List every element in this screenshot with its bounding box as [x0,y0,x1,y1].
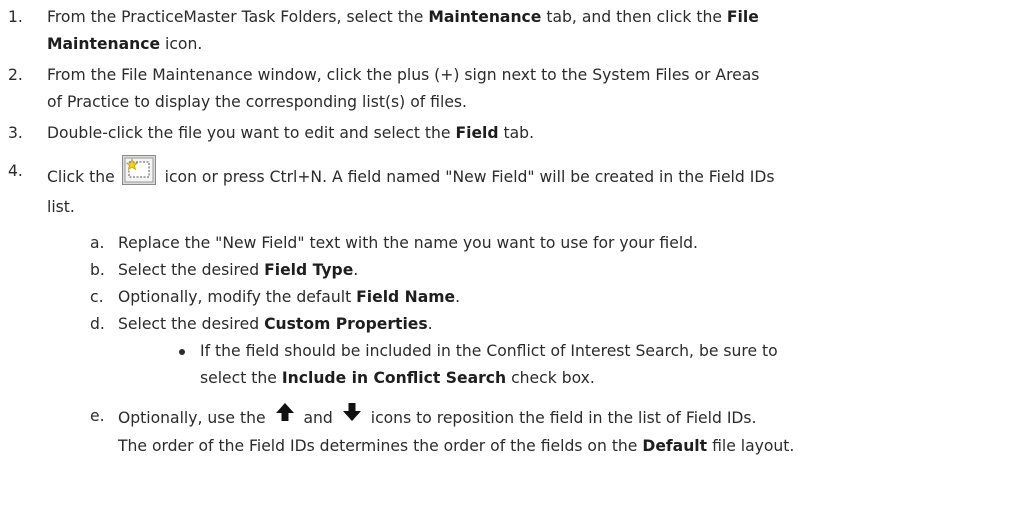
substep-e-line-1: Optionally, use the and icons to reposit… [118,401,757,433]
substep-d-line: Select the desired Custom Properties. [118,312,433,336]
step-1-text-mid: tab, and then click the [541,8,727,26]
maintenance-tab-label: Maintenance [428,8,542,26]
substep-c-letter: c. [90,288,104,306]
substep-c-text: Optionally, modify the default [118,288,357,306]
substep-d-text: Select the desired [118,315,265,333]
bullet-text: select the [200,369,282,387]
arrow-down-icon [341,401,363,430]
step-4-line-2: list. [47,198,75,216]
field-tab-label: Field [455,124,499,142]
step-3-number: 3. [8,124,23,142]
substep-b-line: Select the desired Field Type. [118,258,358,282]
substep-a-text: Replace the "New Field" text with the na… [118,234,699,252]
new-field-icon [121,155,156,192]
bullet-line-1: If the field should be included in the C… [200,342,778,360]
step-2-number: 2. [8,66,23,84]
step-1-text: From the PracticeMaster Task Folders, se… [47,8,429,26]
step-2-line-2: of Practice to display the corresponding… [47,93,468,111]
substep-e-line-2: The order of the Field IDs determines th… [118,434,794,458]
step-1-text-end: icon. [160,35,203,53]
step-4-text-end: icon or press Ctrl+N. A field named "New… [159,168,775,186]
substep-e-line-2-text: The order of the Field IDs determines th… [118,437,643,455]
substep-d-end: . [427,315,433,333]
substep-e-text: Optionally, use the [118,409,271,427]
step-3-line: Double-click the file you want to edit a… [47,121,534,145]
step-1-number: 1. [8,8,23,26]
substep-c-line: Optionally, modify the default Field Nam… [118,285,460,309]
bullet-dot [179,349,185,355]
custom-properties-label: Custom Properties [264,315,428,333]
step-4-line-1: Click the icon or press Ctrl+N. A field … [47,155,775,196]
field-name-label: Field Name [356,288,456,306]
substep-a-letter: a. [90,234,105,252]
substep-b-letter: b. [90,261,105,279]
substep-e-line-2-end: file layout. [707,437,795,455]
file-maintenance-label-part1: File [726,8,759,26]
step-1-line-1: From the PracticeMaster Task Folders, se… [47,5,759,29]
bullet-text-end: check box. [506,369,595,387]
bullet-line-2: select the Include in Conflict Search ch… [200,366,595,390]
substep-b-end: . [353,261,359,279]
arrow-up-icon [274,401,296,430]
file-maintenance-label-part2: Maintenance [47,35,161,53]
include-conflict-search-label: Include in Conflict Search [281,369,507,387]
help-document: 1. From the PracticeMaster Task Folders,… [0,0,1025,514]
substep-e-text-end: icons to reposition the field in the lis… [365,409,757,427]
substep-b-text: Select the desired [118,261,265,279]
step-3-text-end: tab. [498,124,535,142]
step-2-line-1: From the File Maintenance window, click … [47,66,760,84]
substep-d-letter: d. [90,315,105,333]
step-3-text: Double-click the file you want to edit a… [47,124,456,142]
substep-e-letter: e. [90,407,105,425]
step-1-line-2: Maintenance icon. [47,32,202,56]
default-layout-label: Default [642,437,708,455]
step-4-text: Click the [47,168,120,186]
field-type-label: Field Type [264,261,354,279]
substep-c-end: . [455,288,461,306]
substep-e-and: and [298,409,338,427]
step-4-number: 4. [8,162,23,180]
